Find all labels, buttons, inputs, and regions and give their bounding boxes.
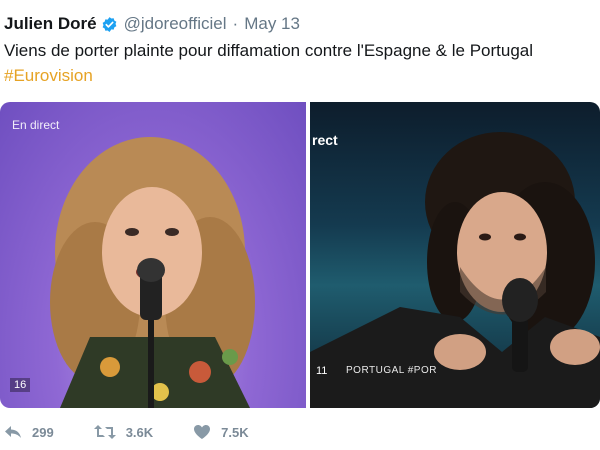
tweet-header: Julien Doré @jdoreofficiel · May 13 — [4, 14, 300, 34]
reply-button[interactable]: 299 — [4, 424, 54, 440]
tweet-date[interactable]: May 13 — [244, 14, 300, 34]
photo-right[interactable]: rect 11 PORTUGAL #POR — [310, 102, 600, 408]
author-handle[interactable]: @jdoreofficiel — [124, 14, 227, 34]
retweet-icon — [93, 425, 116, 439]
tweet-text: Viens de porter plainte pour diffamation… — [4, 41, 534, 60]
like-button[interactable]: 7.5K — [193, 424, 249, 440]
verified-badge-icon — [102, 16, 116, 32]
reply-count: 299 — [32, 424, 54, 440]
heart-icon — [194, 425, 211, 439]
performer-number-badge: 11 — [316, 365, 328, 377]
live-label: rect — [312, 132, 338, 148]
tweet-actions: 299 3.6K 7.5K — [4, 424, 289, 440]
separator-dot: · — [232, 14, 239, 33]
retweet-button[interactable]: 3.6K — [93, 424, 154, 440]
photo-left-illustration — [50, 137, 255, 408]
reply-icon — [5, 426, 21, 438]
country-caption: PORTUGAL #POR — [346, 365, 437, 376]
like-count: 7.5K — [221, 424, 249, 440]
photo-right-illustration — [310, 132, 600, 408]
photo-left[interactable]: En direct 16 — [0, 102, 306, 408]
author-name[interactable]: Julien Doré — [4, 14, 97, 34]
retweet-count: 3.6K — [125, 424, 154, 440]
live-label: En direct — [12, 118, 60, 132]
tweet-card: Julien Doré @jdoreofficiel · May 13 Vien… — [0, 0, 600, 450]
hashtag-link[interactable]: #Eurovision — [4, 66, 93, 86]
performer-number-badge: 16 — [10, 378, 31, 392]
